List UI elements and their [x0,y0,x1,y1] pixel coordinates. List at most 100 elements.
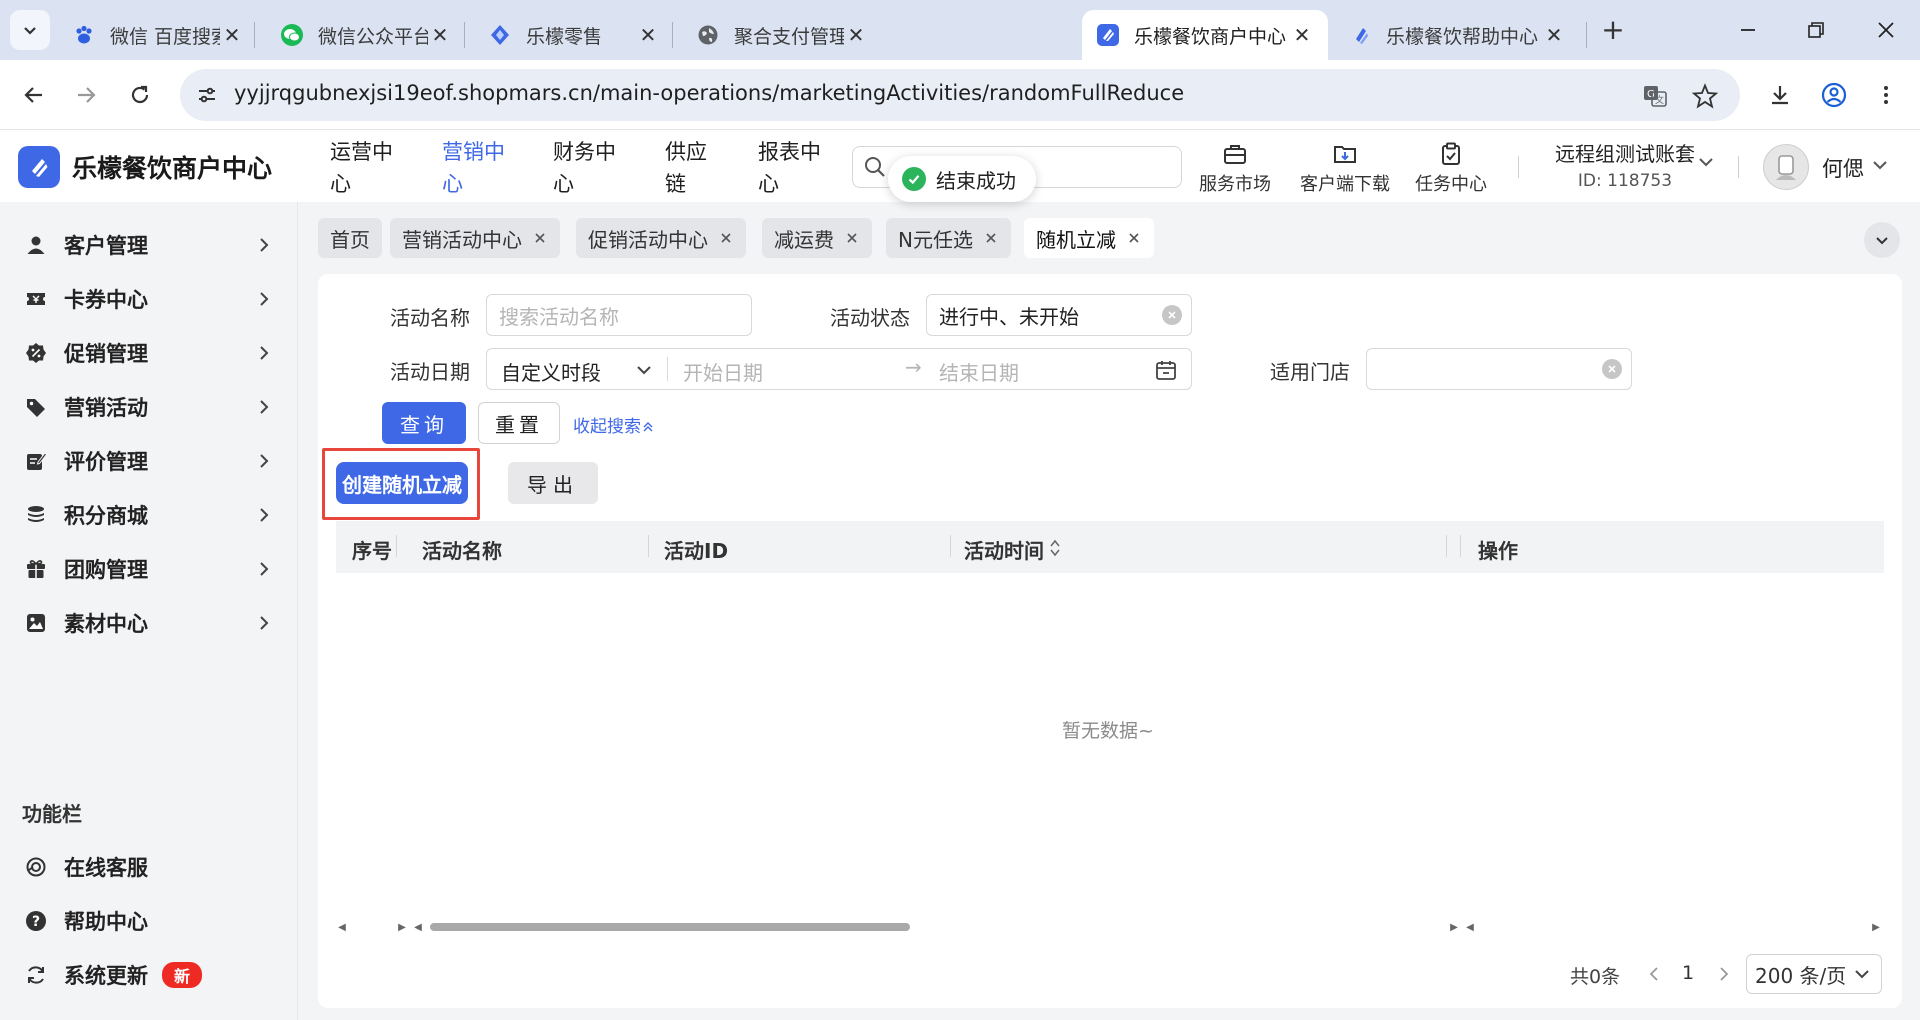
page-tabs-more-button[interactable] [1864,222,1900,258]
new-tab-button[interactable]: + [1596,12,1630,46]
sidebar-item-system-update[interactable]: 系统更新 新 [0,948,298,1002]
avatar[interactable] [1763,144,1809,190]
browser-tab[interactable]: 聚合支付管理平台 ✕ [682,10,882,60]
sidebar-item-customers[interactable]: 客户管理 [0,218,298,272]
browser-tab[interactable]: 乐檬零售 ✕ [474,10,674,60]
export-button[interactable]: 导出 [508,462,598,504]
sidebar-item-materials[interactable]: 素材中心 [0,596,298,650]
topnav-reports[interactable]: 报表中心 [758,136,828,200]
activity-name-input[interactable]: 搜索活动名称 [486,294,752,336]
close-icon[interactable] [844,230,860,246]
next-page-button[interactable] [1714,962,1734,986]
close-icon[interactable] [983,230,999,246]
chevron-down-icon[interactable] [1696,152,1716,172]
window-close-button[interactable] [1856,8,1916,52]
topnav-finance[interactable]: 财务中心 [553,136,623,200]
sidebar-item-coupons[interactable]: 卡券中心 [0,272,298,326]
translate-icon[interactable]: G文 [1640,81,1670,111]
activity-status-select[interactable]: 进行中、未开始 [926,294,1192,336]
reset-button[interactable]: 重置 [478,402,560,444]
scrollbar-thumb[interactable] [430,923,910,931]
close-icon[interactable] [532,230,548,246]
page-tab-promotion-center[interactable]: 促销活动中心 [576,218,746,258]
close-icon[interactable] [718,230,734,246]
minimize-button[interactable] [1718,8,1778,52]
date-mode-select[interactable]: 自定义时段 [501,357,601,386]
page-tab-random-reduce[interactable]: 随机立减 [1024,218,1154,258]
sidebar-item-reviews[interactable]: 评价管理 [0,434,298,488]
browser-tab-title: 乐檬餐饮商户中心 [1134,25,1287,48]
user-name[interactable]: 何偲 [1822,153,1864,183]
tool-client-download[interactable]: 客户端下载 [1290,140,1400,196]
store-select[interactable] [1366,348,1632,390]
lemon-logo-icon [18,146,60,188]
scroll-right-icon[interactable]: ▶ [1870,920,1882,934]
page-size-select[interactable]: 200 条/页 [1746,954,1882,994]
brand-logo[interactable]: 乐檬餐饮商户中心 [18,146,272,188]
activity-status-label: 活动状态 [830,306,910,330]
close-icon[interactable]: ✕ [220,23,244,47]
query-button[interactable]: 查询 [382,402,466,444]
page-tab-marketing-center[interactable]: 营销活动中心 [390,218,560,258]
sidebar-item-points-mall[interactable]: 积分商城 [0,488,298,542]
clear-icon[interactable] [1162,305,1182,325]
function-bar-title: 功能栏 [22,802,82,826]
browser-tab-active[interactable]: 乐檬餐饮商户中心 ✕ [1082,10,1328,60]
sidebar-item-help-center[interactable]: ? 帮助中心 [0,894,298,948]
sidebar-item-online-service[interactable]: 在线客服 [0,840,298,894]
restore-button[interactable] [1786,8,1846,52]
browser-menu-button[interactable] [1866,75,1906,115]
scroll-right-icon[interactable]: ▶ [1448,920,1460,934]
browser-toolbar: yyjjrqgubnexjsi19eof.shopmars.cn/main-op… [0,60,1920,130]
downloads-button[interactable] [1760,75,1800,115]
start-date-input[interactable]: 开始日期 [683,357,763,386]
back-button[interactable] [14,75,54,115]
prev-page-button[interactable] [1644,962,1664,986]
scroll-left-icon[interactable]: ◀ [412,920,424,934]
close-icon[interactable]: ✕ [1290,23,1314,47]
column-header-activity-time[interactable]: 活动时间 [964,535,1044,564]
site-settings-icon[interactable] [194,82,220,108]
browser-tab[interactable]: 乐檬餐饮帮助中心 ✕ [1334,10,1580,60]
browser-tab[interactable]: 微信公众平台 ✕ [266,10,466,60]
page-tab-n-yuan-pick[interactable]: N元任选 [886,218,1011,258]
topnav-operations[interactable]: 运营中心 [330,136,400,200]
calendar-icon[interactable] [1155,359,1177,381]
profile-button[interactable] [1814,75,1854,115]
chevron-down-icon[interactable] [1870,155,1890,175]
sidebar-item-promotions[interactable]: 促销管理 [0,326,298,380]
tool-service-market[interactable]: 服务市场 [1180,140,1290,196]
sidebar-item-group-buying[interactable]: 团购管理 [0,542,298,596]
create-random-reduce-button[interactable]: 创建随机立减 [336,462,468,504]
browser-tab[interactable]: 微信 百度搜索 ✕ [58,10,258,60]
bookmark-star-icon[interactable] [1690,81,1720,111]
account-switcher[interactable]: 远程组测试账套 ID: 118753 [1530,138,1720,191]
current-page[interactable]: 1 [1682,962,1694,984]
chevron-down-icon[interactable] [635,361,653,379]
gift-icon [24,557,48,581]
page-tab-label: N元任选 [898,227,973,252]
clear-icon[interactable] [1602,359,1622,379]
address-bar[interactable]: yyjjrqgubnexjsi19eof.shopmars.cn/main-op… [180,69,1740,121]
close-icon[interactable]: ✕ [428,23,452,47]
close-icon[interactable] [1126,230,1142,246]
close-icon[interactable]: ✕ [844,23,868,47]
forward-button[interactable] [66,75,106,115]
tool-task-center[interactable]: 任务中心 [1396,140,1506,196]
page-tab-reduce-shipping[interactable]: 减运费 [762,218,872,258]
scroll-left-icon[interactable]: ◀ [336,920,348,934]
sidebar-item-marketing-activities[interactable]: 营销活动 [0,380,298,434]
close-icon[interactable]: ✕ [1542,23,1566,47]
tab-search-button[interactable] [10,10,50,50]
end-date-input[interactable]: 结束日期 [939,357,1019,386]
reload-button[interactable] [120,75,160,115]
scroll-left-icon[interactable]: ◀ [1464,920,1476,934]
close-icon[interactable]: ✕ [636,23,660,47]
sort-icon[interactable] [1049,538,1061,558]
topnav-marketing[interactable]: 营销中心 [442,136,512,200]
scroll-right-icon[interactable]: ▶ [396,920,408,934]
page-tab-home[interactable]: 首页 [318,218,382,258]
collapse-search-link[interactable]: 收起搜索 [573,412,655,437]
table-horizontal-scrollbar[interactable]: ◀ ▶ ◀ ▶ ◀ ▶ [336,918,1884,936]
topnav-supply-chain[interactable]: 供应链 [665,136,715,200]
